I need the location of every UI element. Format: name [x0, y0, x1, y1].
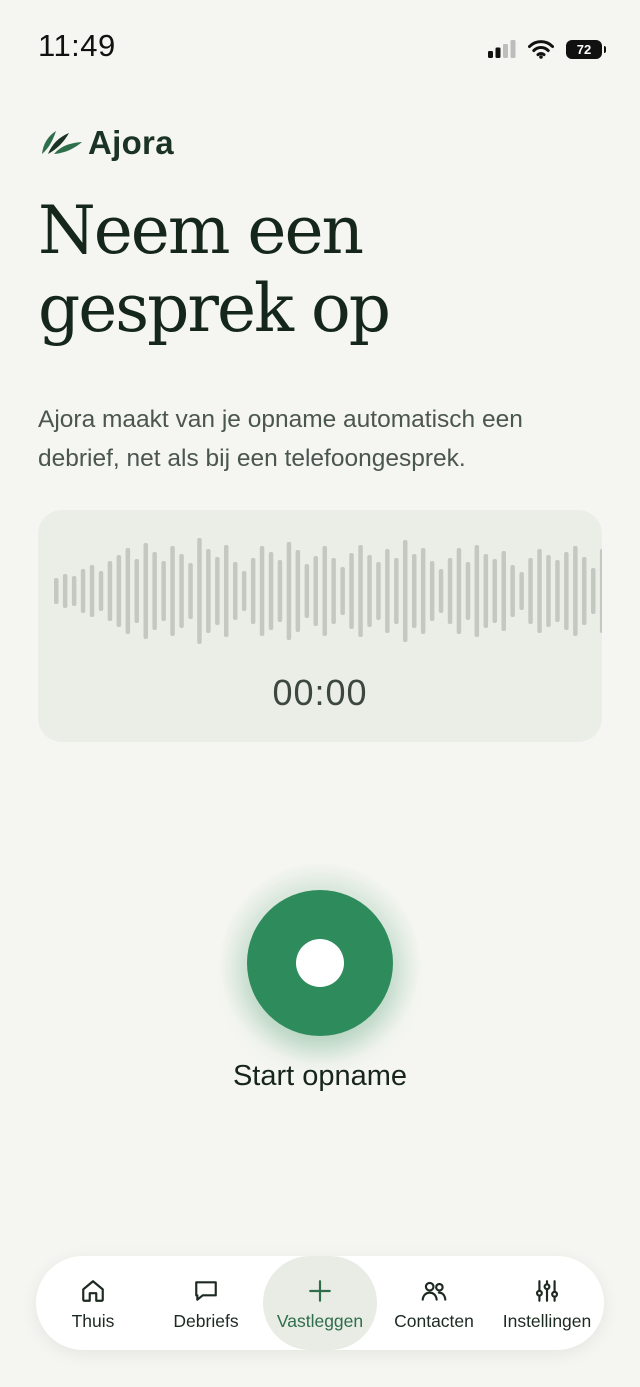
waveform-bar	[599, 549, 602, 633]
waveform-bar	[98, 571, 104, 611]
waveform-icon	[54, 538, 602, 644]
nav-item-debriefs[interactable]: Debriefs	[149, 1256, 263, 1350]
nav-item-contacten[interactable]: Contacten	[377, 1256, 491, 1350]
waveform-bar	[125, 548, 131, 634]
waveform-bar	[376, 562, 381, 620]
waveform-bar	[465, 562, 471, 620]
waveform-bar	[116, 555, 122, 627]
waveform-bar	[89, 565, 95, 617]
waveform-bar	[313, 556, 318, 626]
waveform-bar	[385, 549, 390, 633]
page-subtitle: Ajora maakt van je opname automatisch ee…	[38, 406, 523, 472]
waveform-bar	[277, 560, 283, 622]
page-title: Neem een gesprek op	[38, 192, 598, 348]
status-icons: 72	[488, 38, 606, 60]
waveform-bar	[224, 545, 229, 637]
brand-logo: Ajora	[40, 124, 174, 162]
waveform-bar	[349, 553, 354, 629]
waveform-bar	[80, 569, 86, 613]
page-title-line-2: gesprek op	[38, 270, 391, 347]
waveform-bar	[501, 551, 506, 631]
waveform-bar	[71, 576, 77, 606]
waveform-bar	[152, 552, 157, 630]
waveform-bar	[412, 554, 417, 628]
waveform-bar	[143, 543, 148, 639]
waveform-bar	[447, 558, 453, 624]
waveform-bar	[429, 561, 435, 621]
waveform-bar	[591, 568, 596, 614]
waveform-bar	[179, 554, 184, 628]
waveform-bar	[474, 545, 480, 637]
start-recording-label: Start opname	[232, 1060, 408, 1092]
waveform-bar	[233, 562, 238, 620]
nav-item-thuis[interactable]: Thuis	[36, 1256, 150, 1350]
chat-bubble-icon	[195, 1281, 217, 1301]
waveform-bar	[438, 569, 444, 613]
waveform-bar	[483, 554, 489, 628]
home-icon	[82, 1280, 104, 1302]
waveform-bar	[206, 549, 211, 633]
plus-icon	[309, 1280, 331, 1302]
waveform-bar	[286, 542, 292, 640]
waveform-bar	[259, 546, 265, 636]
nav-label-instellingen: Instellingen	[502, 1311, 592, 1331]
waveform-bar	[241, 571, 247, 611]
waveform-bar	[322, 546, 327, 636]
waveform-bar	[546, 555, 551, 627]
waveform-bar	[268, 552, 274, 630]
waveform-bar	[456, 548, 462, 634]
waveform-bar	[394, 558, 399, 624]
app-screen: 11:49 72 Ajora Neem een gesprek op Ajora…	[0, 0, 640, 1387]
waveform-bar	[340, 567, 345, 615]
waveform-bar	[555, 560, 560, 622]
leaf-logo-icon	[42, 131, 82, 154]
waveform-bar	[537, 549, 542, 633]
waveform-bar	[304, 564, 310, 618]
battery-icon: 72	[566, 39, 606, 59]
waveform-bar	[403, 540, 408, 642]
waveform-bar	[161, 561, 166, 621]
signal-icon	[488, 40, 516, 58]
sliders-icon	[535, 1280, 559, 1302]
waveform-bar	[528, 558, 533, 624]
waveform-bar	[367, 555, 372, 627]
waveform-bar	[573, 546, 578, 636]
wifi-icon	[528, 39, 554, 59]
waveform-bar	[54, 578, 59, 604]
start-recording-button[interactable]	[247, 890, 393, 1036]
waveform-bar	[295, 550, 301, 632]
waveform-bar	[331, 558, 336, 624]
waveform-bar	[134, 559, 139, 623]
record-dot-icon	[296, 939, 344, 987]
waveform-bar	[170, 546, 175, 636]
waveform-bar	[188, 563, 193, 619]
nav-item-instellingen[interactable]: Instellingen	[490, 1256, 604, 1350]
recorder-card: 00:00	[38, 510, 602, 742]
waveform-bar	[358, 545, 363, 637]
recording-timer: 00:00	[272, 672, 368, 713]
waveform-bar	[564, 552, 569, 630]
waveform-bar	[582, 557, 587, 625]
waveform-bar	[197, 538, 202, 644]
waveform-bar	[519, 572, 524, 610]
brand-name: Ajora	[88, 124, 174, 161]
waveform-bar	[215, 557, 220, 625]
waveform-bar	[250, 558, 256, 624]
waveform-bar	[510, 565, 515, 617]
waveform-bar	[62, 574, 68, 608]
page-title-line-1: Neem een	[38, 192, 364, 269]
waveform-bar	[107, 561, 113, 621]
nav-item-vastleggen[interactable]: Vastleggen	[263, 1256, 377, 1350]
waveform-bar	[492, 559, 497, 623]
bottom-navigation: Thuis Debriefs Vastleggen Contacten Inst…	[36, 1256, 604, 1350]
waveform-bar	[420, 548, 426, 634]
people-icon	[421, 1281, 447, 1301]
status-time: 11:49	[38, 28, 116, 63]
